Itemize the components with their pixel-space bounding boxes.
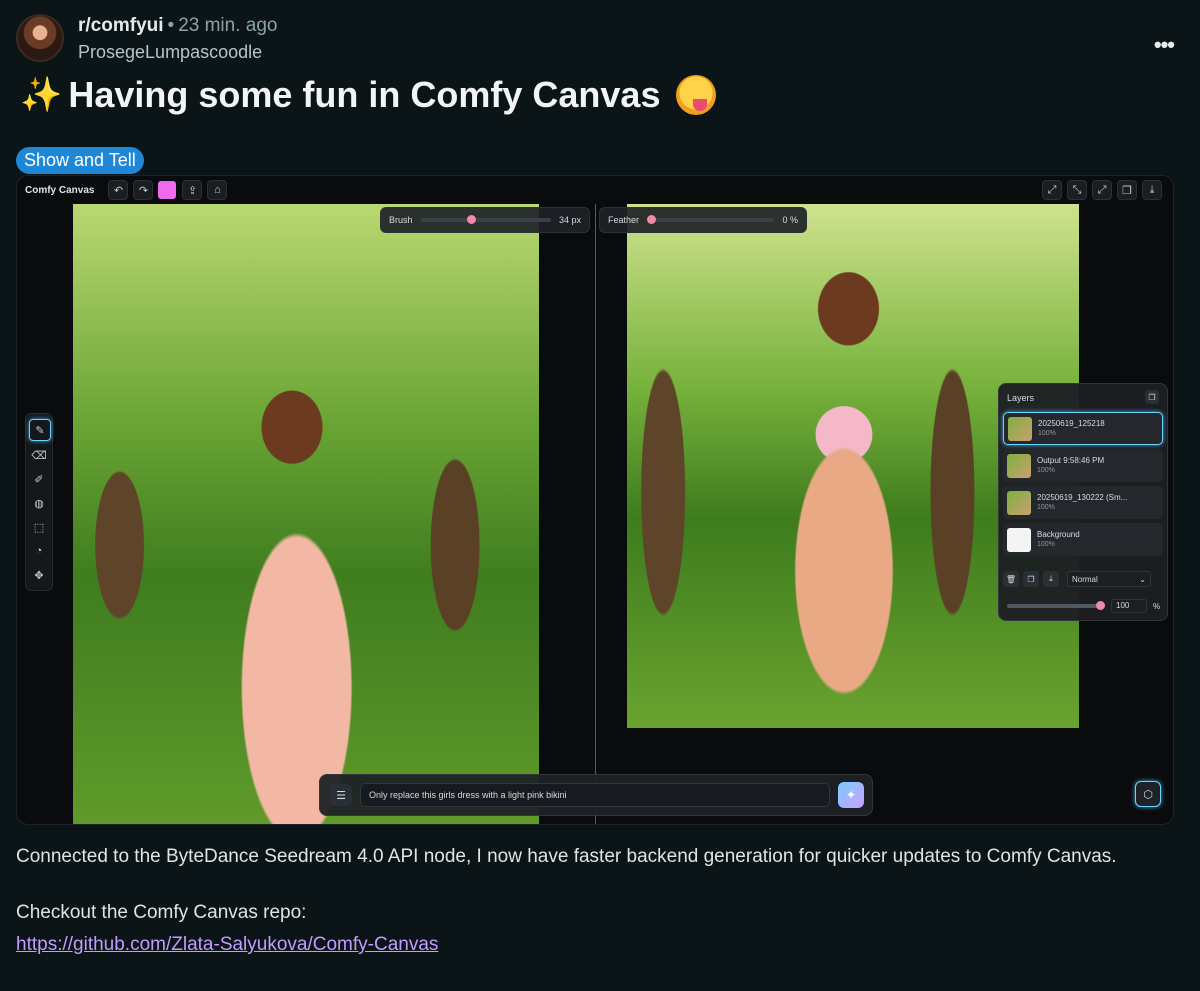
app-name: Comfy Canvas xyxy=(25,184,95,196)
body-repo-label: Checkout the Comfy Canvas repo: xyxy=(16,902,307,923)
feather-label: Feather xyxy=(608,215,640,225)
brush-slider[interactable] xyxy=(420,215,551,224)
generate-icon[interactable]: ✦ xyxy=(838,782,864,808)
duplicate-layer-icon[interactable]: ❐ xyxy=(1023,571,1039,587)
lasso-tool-icon[interactable]: ◔ xyxy=(29,541,49,561)
post-title: ✨ Having some fun in Comfy Canvas xyxy=(20,74,717,116)
post-time: 23 min. ago xyxy=(178,15,278,36)
feather-unit: % xyxy=(789,215,798,225)
feather-slider-knob[interactable] xyxy=(647,215,657,224)
layer-opacity: 100% xyxy=(1038,429,1056,437)
brush-slider-knob[interactable] xyxy=(467,215,477,224)
flair-badge[interactable]: Show and Tell xyxy=(16,147,144,174)
brush-unit: px xyxy=(571,215,581,225)
color-swatch[interactable] xyxy=(158,181,177,199)
feather-control: Feather 0 % xyxy=(599,207,807,233)
eraser-tool-icon[interactable]: ⌫ xyxy=(29,445,49,465)
layers-title: Layers xyxy=(1007,393,1035,403)
merge-down-icon[interactable]: ⤓ xyxy=(1043,571,1059,587)
fit-icon[interactable]: ⤢ xyxy=(1042,180,1062,200)
post-body: Connected to the ByteDance Seedream 4.0 … xyxy=(16,841,1166,961)
move-tool-icon[interactable]: ✥ xyxy=(29,565,49,585)
author-link[interactable]: ProsegeLumpascoodle xyxy=(78,42,277,63)
layer-name: 20250619_125218 xyxy=(1038,418,1105,428)
layer-opacity: 100% xyxy=(1037,503,1055,511)
undo-icon[interactable]: ↶ xyxy=(108,180,129,200)
post-title-text: Having some fun in Comfy Canvas xyxy=(68,74,661,115)
menu-icon[interactable]: ☰ xyxy=(330,784,352,806)
layer-row[interactable]: 20250619_130222 (Sm... 100% xyxy=(1003,486,1163,519)
repo-link[interactable]: https://github.com/Zlata-Salyukova/Comfy… xyxy=(16,934,438,955)
copy-layer-icon[interactable]: ❐ xyxy=(1145,390,1159,404)
trash-icon[interactable]: 🗑 xyxy=(1003,571,1019,587)
blend-mode-value: Normal xyxy=(1072,574,1098,584)
layers-panel: Layers ❐ 20250619_125218 100% Output 9:58… xyxy=(998,383,1168,621)
layer-name: 20250619_130222 (Sm... xyxy=(1037,492,1128,502)
fill-tool-icon[interactable]: ◍ xyxy=(29,493,49,513)
body-paragraph: Connected to the ByteDance Seedream 4.0 … xyxy=(16,846,1117,867)
download-icon[interactable]: ⤓ xyxy=(1142,180,1162,200)
layer-opacity: 100% xyxy=(1037,466,1055,474)
split-divider[interactable] xyxy=(595,204,596,824)
layer-thumbnail xyxy=(1008,416,1032,441)
opacity-input[interactable]: 100 xyxy=(1111,599,1147,613)
layer-row[interactable]: 20250619_125218 100% xyxy=(1003,412,1163,445)
brush-size-control: Brush 34 px xyxy=(380,207,590,233)
post-meta: r/comfyui • 23 min. ago ProsegeLumpascoodl… xyxy=(78,14,277,63)
brush-tool-icon[interactable]: ✎ xyxy=(29,419,51,441)
separator-dot: • xyxy=(167,15,175,36)
brush-label: Brush xyxy=(389,215,413,225)
duplicate-icon[interactable]: ❐ xyxy=(1117,180,1137,200)
input-image xyxy=(73,204,539,824)
opacity-slider[interactable] xyxy=(1007,601,1105,610)
cube-icon[interactable]: ⬡ xyxy=(1135,781,1161,807)
layer-thumbnail xyxy=(1007,490,1031,515)
resize-icon[interactable]: ⤢ xyxy=(1092,180,1112,200)
zany-face-icon xyxy=(676,75,717,115)
comfy-canvas-screenshot: Comfy Canvas ↶ ↷ ⇪ ⌂ ⤢ ⤡ ⤢ ❐ ⤓ ✎ ⌫ ✐ ◍ ⬚… xyxy=(16,175,1174,825)
opacity-unit: % xyxy=(1153,601,1161,611)
brush-value: 34 xyxy=(558,215,569,225)
right-toolbar: ⤢ ⤡ ⤢ ❐ ⤓ xyxy=(1042,180,1167,200)
layer-name: Output 9:58:46 PM xyxy=(1037,455,1105,465)
more-options-icon[interactable]: ••• xyxy=(1154,32,1175,58)
layer-opacity: 100% xyxy=(1037,540,1055,548)
avatar[interactable] xyxy=(16,14,64,62)
redo-icon[interactable]: ↷ xyxy=(133,180,154,200)
prompt-bar: ☰ Only replace this girls dress with a l… xyxy=(319,774,873,816)
app-toolbar: Comfy Canvas ↶ ↷ ⇪ ⌂ xyxy=(17,176,1173,204)
post-header: r/comfyui • 23 min. ago ProsegeLumpascoodl… xyxy=(16,14,277,63)
tool-rail: ✎ ⌫ ✐ ◍ ⬚ ◔ ✥ xyxy=(25,413,53,591)
layer-row[interactable]: Output 9:58:46 PM 100% xyxy=(1003,449,1163,482)
subreddit-link[interactable]: r/comfyui xyxy=(78,15,164,36)
feather-value: 0 xyxy=(782,215,788,225)
home-icon[interactable]: ⌂ xyxy=(207,180,228,200)
layer-thumbnail xyxy=(1007,453,1031,478)
selection-tool-icon[interactable]: ⬚ xyxy=(29,517,49,537)
opacity-slider-knob[interactable] xyxy=(1096,601,1105,610)
layer-controls: 🗑 ❐ ⤓ Normal ⌄ xyxy=(1003,568,1163,590)
sparkles-icon: ✨ xyxy=(20,76,63,114)
expand-icon[interactable]: ⤡ xyxy=(1067,180,1087,200)
layer-name: Background xyxy=(1037,529,1080,539)
blend-mode-select[interactable]: Normal ⌄ xyxy=(1067,571,1151,587)
chevron-down-icon: ⌄ xyxy=(1139,574,1146,584)
layer-row[interactable]: Background 100% xyxy=(1003,523,1163,556)
eyedropper-tool-icon[interactable]: ✐ xyxy=(29,469,49,489)
layer-thumbnail xyxy=(1007,527,1031,552)
prompt-input[interactable]: Only replace this girls dress with a lig… xyxy=(360,783,830,807)
layer-opacity-control: 100 % xyxy=(1003,598,1163,614)
upload-icon[interactable]: ⇪ xyxy=(182,180,203,200)
feather-slider[interactable] xyxy=(647,215,775,224)
